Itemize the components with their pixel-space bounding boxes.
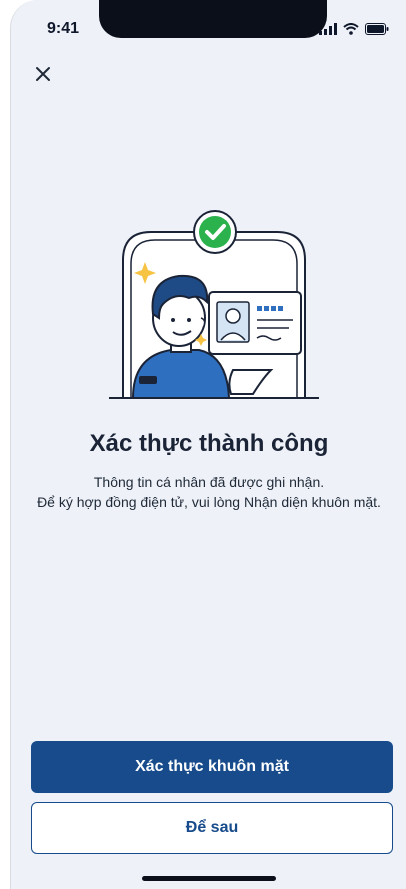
check-badge-icon xyxy=(193,210,237,254)
success-illustration xyxy=(103,210,325,410)
verify-face-button[interactable]: Xác thực khuôn mặt xyxy=(31,741,393,793)
description-line-1: Thông tin cá nhân đã được ghi nhận. xyxy=(93,474,325,490)
device-notch xyxy=(99,0,327,38)
wifi-icon xyxy=(343,22,359,40)
description-line-2: Để ký hợp đồng điện tử, vui lòng Nhận di… xyxy=(37,494,381,510)
status-icons xyxy=(319,22,389,40)
battery-icon xyxy=(365,22,389,40)
close-icon xyxy=(35,66,51,87)
signal-icon xyxy=(319,22,337,40)
page-title: Xác thực thành công xyxy=(89,430,329,457)
close-button[interactable] xyxy=(29,62,57,90)
later-button[interactable]: Để sau xyxy=(31,802,393,854)
home-indicator xyxy=(142,876,276,881)
status-time: 9:41 xyxy=(47,20,80,37)
description: Thông tin cá nhân đã được ghi nhận. Để k… xyxy=(29,472,389,512)
phone-screen: 9:41 Xác thực thành công Thông tin cá nh… xyxy=(10,0,406,889)
